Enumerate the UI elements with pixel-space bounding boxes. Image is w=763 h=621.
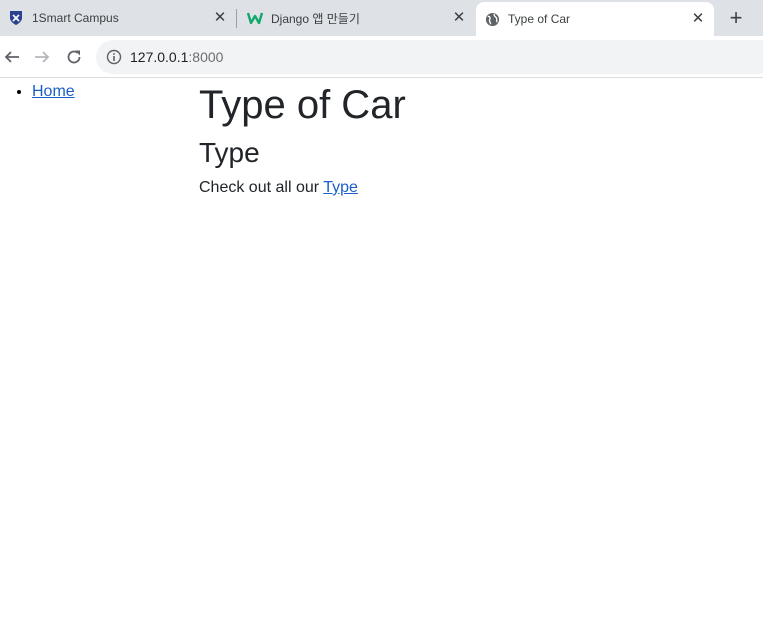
intro-paragraph: Check out all our Type (199, 177, 358, 199)
paragraph-text: Check out all our (199, 179, 324, 196)
reload-button[interactable] (62, 45, 86, 69)
tab-type-of-car[interactable]: Type of Car ✕ (476, 2, 714, 36)
page-content: Home Type of Car Type Check out all our … (0, 79, 763, 621)
type-link[interactable]: Type (323, 179, 358, 196)
tab-title: Type of Car (508, 12, 571, 26)
tab-title: 1Smart Campus (32, 11, 119, 25)
info-icon[interactable] (106, 49, 122, 65)
arrow-left-icon (4, 51, 19, 63)
close-tab-icon[interactable]: ✕ (212, 10, 228, 26)
new-tab-button[interactable]: + (725, 7, 747, 29)
close-tab-icon[interactable]: ✕ (690, 11, 706, 27)
shield-icon (8, 10, 24, 26)
section-heading: Type (199, 137, 260, 168)
arrow-right-icon (35, 51, 50, 63)
url-port: :8000 (188, 49, 224, 65)
browser-toolbar: 127.0.0.1:8000 (0, 36, 763, 78)
page-title: Type of Car (199, 83, 406, 127)
tab-strip: 1Smart Campus ✕ Django 앱 만들기 ✕ Type of C… (0, 0, 763, 36)
globe-icon (484, 11, 500, 27)
forward-button[interactable] (30, 45, 54, 69)
tab-divider (236, 9, 237, 28)
w-logo-icon (247, 10, 263, 26)
tab-title: Django 앱 만들기 (271, 11, 360, 26)
close-tab-icon[interactable]: ✕ (451, 10, 467, 26)
back-button[interactable] (0, 45, 24, 69)
tab-smart-campus[interactable]: 1Smart Campus ✕ (0, 0, 236, 36)
nav-list: Home (32, 81, 75, 103)
reload-icon (67, 50, 81, 64)
address-bar[interactable]: 127.0.0.1:8000 (96, 40, 763, 74)
home-link[interactable]: Home (32, 83, 75, 100)
tab-django[interactable]: Django 앱 만들기 ✕ (239, 0, 475, 36)
url-text: 127.0.0.1:8000 (130, 49, 223, 65)
list-item: Home (32, 81, 75, 103)
url-host: 127.0.0.1 (130, 49, 189, 65)
